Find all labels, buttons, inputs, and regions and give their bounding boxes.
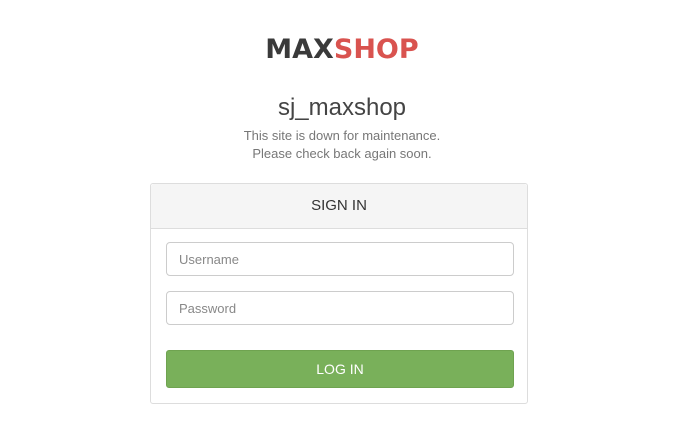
logo-text-shop: SHOP: [333, 34, 419, 65]
maintenance-message: This site is down for maintenance. Pleas…: [0, 127, 684, 163]
signin-panel: SIGN IN LOG IN: [150, 183, 528, 404]
password-input[interactable]: [166, 291, 514, 325]
signin-heading: SIGN IN: [151, 184, 527, 229]
username-input[interactable]: [166, 242, 514, 276]
site-title: sj_maxshop: [277, 94, 407, 121]
login-button[interactable]: LOG IN: [166, 350, 514, 388]
maintenance-line-1: This site is down for maintenance.: [243, 128, 441, 143]
maintenance-line-2: Please check back again soon.: [252, 146, 432, 161]
brand-logo: MAXSHOP: [0, 32, 684, 68]
maintenance-page: MAXSHOP sj_maxshop This site is down for…: [0, 0, 684, 445]
logo-text-max: MAX: [265, 34, 334, 65]
